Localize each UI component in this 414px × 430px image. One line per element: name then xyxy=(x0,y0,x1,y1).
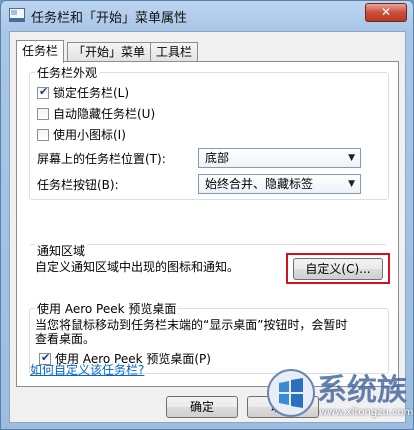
lock-taskbar-row[interactable]: ✔ 锁定任务栏(L) xyxy=(37,84,129,101)
aero-peek-description-line2: 查看桌面。 xyxy=(35,332,96,346)
site-watermark: 系统族 www.xitongzu.com xyxy=(263,363,413,429)
notification-heading: 通知区域 xyxy=(35,242,88,259)
ok-button[interactable]: 确定 xyxy=(166,396,238,418)
dropdown-arrow-icon: ▼ xyxy=(348,179,355,189)
lock-taskbar-label: 锁定任务栏(L) xyxy=(53,86,130,100)
taskbar-app-icon xyxy=(9,8,25,22)
tab-taskbar[interactable]: 任务栏 xyxy=(16,40,65,63)
small-icons-row[interactable]: 使用小图标(I) xyxy=(37,126,126,143)
small-icons-checkbox[interactable] xyxy=(37,128,49,141)
buttons-label: 任务栏按钮(B): xyxy=(37,178,119,192)
tab-toolbars[interactable]: 工具栏 xyxy=(150,42,199,61)
notification-description: 自定义通知区域中出现的图标和通知。 xyxy=(35,260,240,274)
dropdown-arrow-icon: ▼ xyxy=(348,153,355,163)
aero-peek-heading: 使用 Aero Peek 预览桌面 xyxy=(35,300,179,317)
location-select-value: 底部 xyxy=(205,151,230,165)
taskbar-buttons-select[interactable]: 始终合并、隐藏标签 ▼ xyxy=(198,174,361,194)
auto-hide-label: 自动隐藏任务栏(U) xyxy=(53,107,156,121)
lock-taskbar-checkbox[interactable]: ✔ xyxy=(37,84,49,99)
windows-logo-icon xyxy=(267,369,315,417)
properties-window: 任务栏和「开始」菜单属性 ✕ 任务栏 「开始」菜单 工具栏 任务栏外观 ✔ 锁定… xyxy=(0,0,414,430)
help-link[interactable]: 如何自定义该任务栏? xyxy=(30,361,144,378)
title-bar[interactable]: 任务栏和「开始」菜单属性 ✕ xyxy=(1,1,413,31)
checkmark-icon: ✔ xyxy=(39,84,49,98)
auto-hide-row[interactable]: 自动隐藏任务栏(U) xyxy=(37,105,155,122)
tab-panel: 任务栏外观 ✔ 锁定任务栏(L) 自动隐藏任务栏(U) 使用小图标(I) 屏幕上… xyxy=(16,61,399,387)
customize-button[interactable]: 自定义(C)... xyxy=(293,258,383,280)
small-icons-label: 使用小图标(I) xyxy=(53,128,126,142)
taskbar-buttons-select-value: 始终合并、隐藏标签 xyxy=(205,177,314,191)
auto-hide-checkbox[interactable] xyxy=(37,107,49,120)
watermark-text: 系统族 xyxy=(317,373,407,408)
watermark-url: www.xitongzu.com xyxy=(319,407,414,418)
location-select[interactable]: 底部 ▼ xyxy=(198,148,361,168)
window-title: 任务栏和「开始」菜单属性 xyxy=(31,11,188,26)
location-label: 屏幕上的任务栏位置(T): xyxy=(37,152,166,166)
tab-start-menu[interactable]: 「开始」菜单 xyxy=(67,42,152,61)
appearance-heading: 任务栏外观 xyxy=(35,64,100,81)
close-button[interactable]: ✕ xyxy=(365,3,407,22)
